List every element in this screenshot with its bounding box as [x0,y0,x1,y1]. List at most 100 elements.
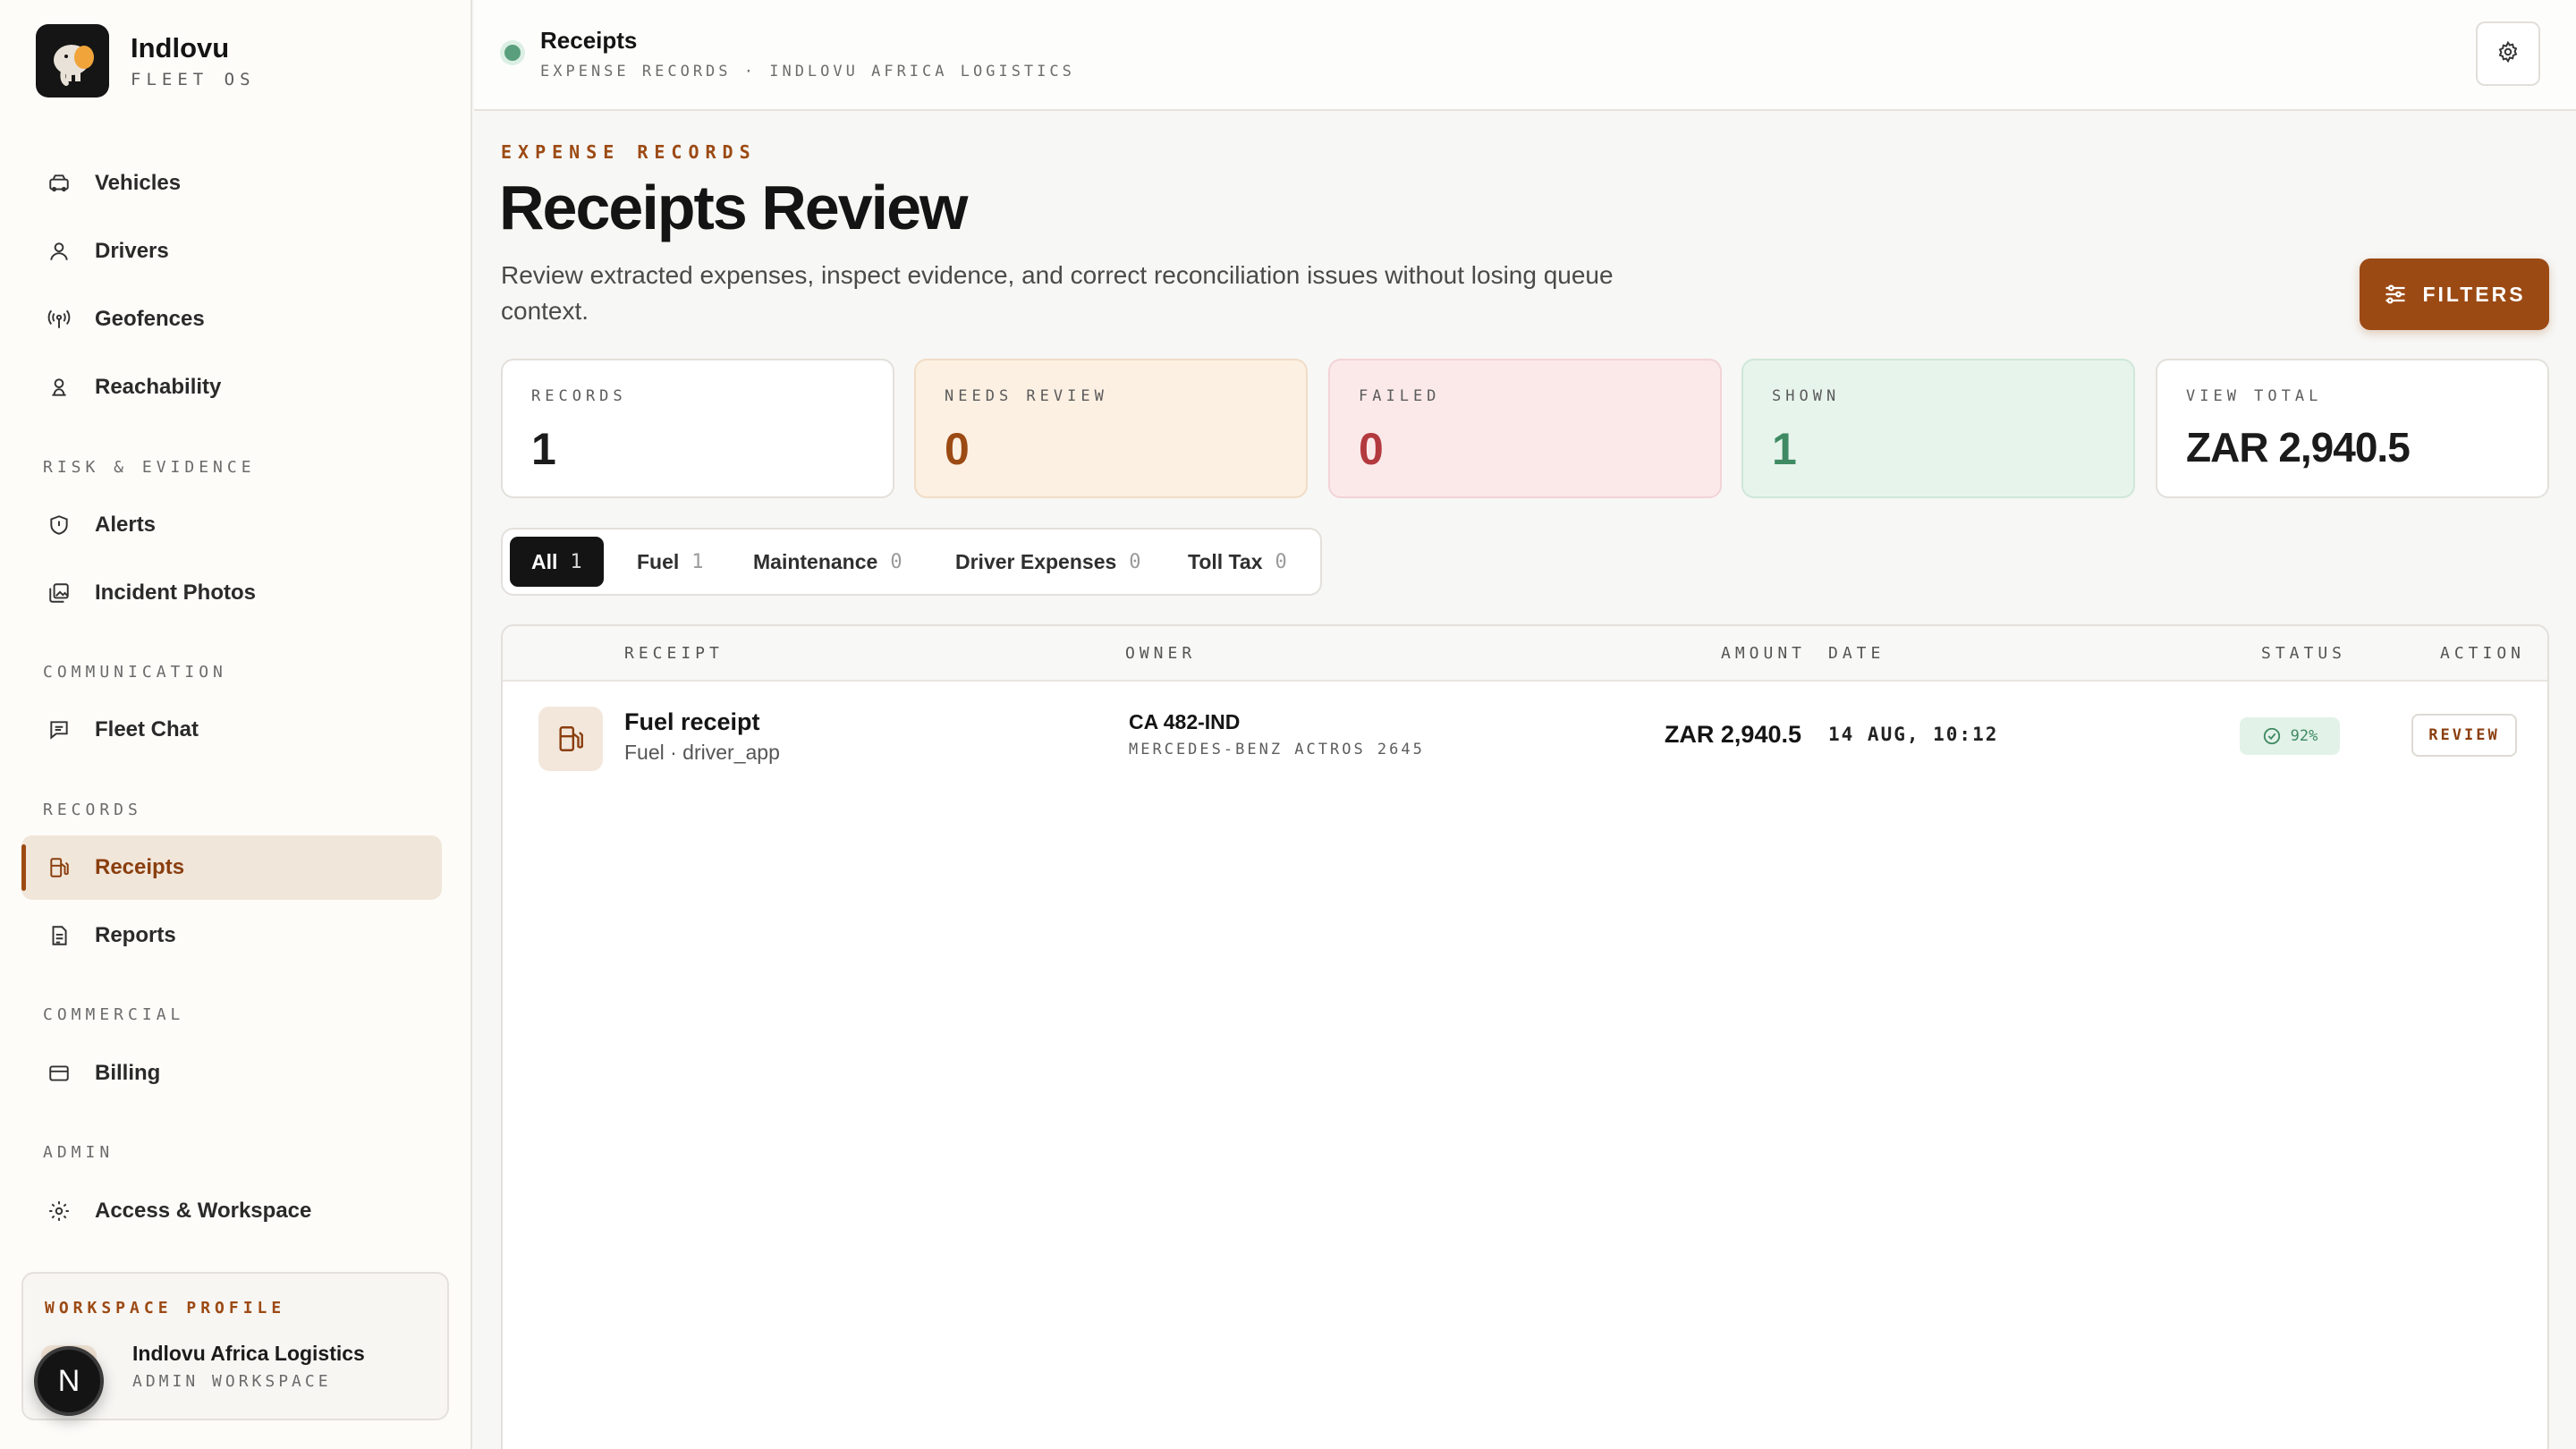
sidebar-item-geofences[interactable]: Geofences [21,287,442,352]
user-avatar-button[interactable]: N [34,1346,104,1416]
nav-section-records: RECORDS [43,801,142,819]
sidebar-item-label: Access & Workspace [95,1199,312,1223]
tab-count: 0 [890,550,902,573]
sidebar-item-label: Vehicles [95,171,182,195]
receipt-subtitle: Fuel · driver_app [624,741,780,764]
brand-subtitle: FLEET OS [131,70,256,89]
nav-section-risk: RISK & EVIDENCE [43,458,256,477]
chat-icon [47,717,72,742]
tab-label: Fuel [637,549,680,573]
stat-label: SHOWN [1772,387,1841,405]
stat-label: FAILED [1359,387,1441,405]
tab-toll-tax[interactable]: Toll Tax 0 [1166,537,1309,587]
fuel-pump-icon [47,855,72,880]
tab-label: Driver Expenses [955,549,1117,573]
sidebar-item-access-workspace[interactable]: Access & Workspace [21,1179,442,1243]
brand[interactable]: Indlovu FLEET OS [36,24,256,97]
sidebar-item-drivers[interactable]: Drivers [21,219,442,284]
gear-icon [47,1199,72,1224]
stat-card-failed: FAILED 0 [1328,359,1722,498]
check-circle-icon [2262,726,2282,746]
page-title: Receipts Review [499,173,968,242]
user-icon [47,239,72,264]
fuel-pump-icon [538,707,603,771]
review-button[interactable]: REVIEW [2411,714,2517,757]
table-header: RECEIPT OWNER AMOUNT DATE STATUS ACTION [503,626,2547,682]
gear-icon [2496,40,2520,68]
sidebar-item-label: Fleet Chat [95,717,199,741]
tab-driver-expenses[interactable]: Driver Expenses 0 [934,537,1163,587]
sidebar-item-label: Geofences [95,307,205,331]
column-header-receipt[interactable]: RECEIPT [624,644,724,663]
stat-card-view-total: VIEW TOTAL ZAR 2,940.5 [2156,359,2549,498]
stat-value: 0 [945,424,970,474]
receipts-table: RECEIPT OWNER AMOUNT DATE STATUS ACTION … [501,624,2549,1449]
sidebar: Indlovu FLEET OS Vehicles Drivers Geofen… [0,0,472,1449]
workspace-profile-label: WORKSPACE PROFILE [45,1299,286,1318]
tab-count: 0 [1275,550,1287,573]
status-value: 92% [2290,727,2318,745]
page-description: Review extracted expenses, inspect evide… [501,261,1614,325]
tab-label: Toll Tax [1188,549,1263,573]
tab-count: 1 [570,550,582,573]
status-badge: 92% [2240,717,2340,755]
settings-button[interactable] [2476,21,2540,86]
stat-value: ZAR 2,940.5 [2186,424,2411,470]
sidebar-item-billing[interactable]: Billing [21,1041,442,1106]
person-pin-icon [47,375,72,400]
sidebar-item-alerts[interactable]: Alerts [21,493,442,557]
elephant-logo [36,24,109,97]
sidebar-item-label: Reachability [95,375,222,399]
sidebar-item-label: Reports [95,923,176,947]
filters-button[interactable]: FILTERS [2360,258,2549,330]
sidebar-item-receipts[interactable]: Receipts [21,835,442,900]
receipt-date: 14 AUG, 10:12 [1828,724,1999,745]
sidebar-item-reachability[interactable]: Reachability [21,355,442,419]
tab-count: 0 [1129,550,1141,573]
receipt-title: Fuel receipt [624,708,760,735]
header-subtitle: EXPENSE RECORDS · INDLOVU AFRICA LOGISTI… [540,63,1075,80]
sidebar-item-vehicles[interactable]: Vehicles [21,151,442,216]
tab-label: Maintenance [753,549,878,573]
document-icon [47,923,72,948]
stat-value: 1 [531,424,556,474]
nav-section-communication: COMMUNICATION [43,663,227,682]
sidebar-item-incident-photos[interactable]: Incident Photos [21,561,442,625]
sidebar-item-label: Drivers [95,239,169,263]
stat-value: 1 [1772,424,1797,474]
sidebar-item-label: Receipts [95,855,185,879]
stat-label: NEEDS REVIEW [945,387,1108,405]
brand-name: Indlovu [131,32,230,64]
sidebar-item-label: Billing [95,1061,161,1085]
sidebar-item-label: Incident Photos [95,580,256,605]
column-header-date[interactable]: DATE [1828,644,1885,663]
tab-count: 1 [691,550,704,573]
owner-plate: CA 482-IND [1129,710,1241,733]
column-header-amount[interactable]: AMOUNT [1721,644,1806,663]
column-header-status[interactable]: STATUS [2261,644,2346,663]
status-dot [504,45,521,61]
workspace-name: Indlovu Africa Logistics [132,1342,365,1365]
shield-icon [47,513,72,538]
tab-fuel[interactable]: Fuel 1 [615,537,725,587]
column-header-owner[interactable]: OWNER [1125,644,1196,663]
car-icon [47,171,72,196]
stat-card-shown: SHOWN 1 [1741,359,2135,498]
stat-label: VIEW TOTAL [2186,387,2323,405]
sidebar-item-label: Alerts [95,513,157,537]
broadcast-icon [47,307,72,332]
column-header-action[interactable]: ACTION [2440,644,2525,663]
top-header: Receipts EXPENSE RECORDS · INDLOVU AFRIC… [474,0,2576,111]
sidebar-item-fleet-chat[interactable]: Fleet Chat [21,698,442,762]
stat-card-records: RECORDS 1 [501,359,894,498]
sliders-icon [2383,282,2408,307]
tab-all[interactable]: All 1 [510,537,604,587]
credit-card-icon [47,1061,72,1086]
sidebar-item-reports[interactable]: Reports [21,903,442,968]
table-row[interactable]: Fuel receipt Fuel · driver_app CA 482-IN… [503,682,2547,792]
tab-maintenance[interactable]: Maintenance 0 [732,537,924,587]
page-eyebrow: EXPENSE RECORDS [501,141,757,163]
photos-icon [47,580,72,606]
filters-label: FILTERS [2422,282,2526,306]
stat-label: RECORDS [531,387,627,405]
